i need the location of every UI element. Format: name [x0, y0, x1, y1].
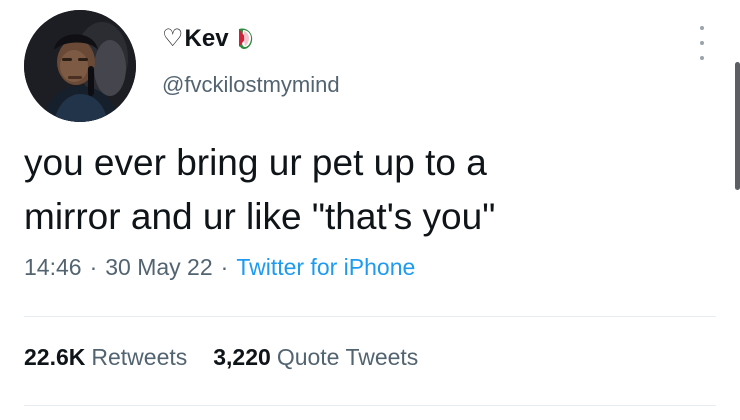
tweet-time[interactable]: 14:46: [24, 254, 82, 281]
more-dot: [700, 26, 704, 30]
tweet-source-link[interactable]: Twitter for iPhone: [236, 254, 415, 281]
more-options-icon[interactable]: [696, 26, 708, 60]
more-dot: [700, 56, 704, 60]
retweets-count: 22.6K: [24, 344, 86, 370]
tweet-text-line-1: you ever bring ur pet up to a: [24, 142, 487, 183]
tweet-text-line-2: mirror and ur like "that's you": [24, 196, 496, 237]
tweet-stats: 22.6K Retweets 3,220 Quote Tweets: [24, 344, 418, 371]
heart-prefix: ♡: [162, 25, 184, 52]
palestine-flag-icon: [235, 27, 255, 51]
quote-tweets-count: 3,220: [213, 344, 271, 370]
tweet-date[interactable]: 30 May 22: [105, 254, 212, 281]
avatar[interactable]: [24, 10, 136, 122]
display-name[interactable]: ♡ Kev: [162, 24, 229, 53]
avatar-image: [24, 10, 136, 122]
meta-separator: ·: [220, 254, 229, 280]
quote-tweets-label: Quote Tweets: [276, 344, 419, 370]
more-dot: [700, 41, 704, 45]
divider: [24, 316, 716, 317]
retweets-stat[interactable]: 22.6K Retweets: [24, 344, 187, 371]
meta-separator: ·: [89, 254, 98, 280]
tweet-meta: 14:46 · 30 May 22 · Twitter for iPhone: [24, 254, 415, 281]
tweet-text: you ever bring ur pet up to a mirror and…: [24, 136, 714, 244]
display-name-text: Kev: [184, 24, 229, 52]
divider: [24, 405, 716, 406]
scrollbar[interactable]: [735, 62, 740, 190]
quote-tweets-stat[interactable]: 3,220 Quote Tweets: [213, 344, 418, 371]
tweet-card: ♡ Kev @fvckilostmymind you ever bring ur…: [0, 0, 740, 420]
user-handle[interactable]: @fvckilostmymind: [162, 72, 340, 98]
user-name-row[interactable]: ♡ Kev: [162, 24, 255, 53]
retweets-label: Retweets: [91, 344, 188, 370]
